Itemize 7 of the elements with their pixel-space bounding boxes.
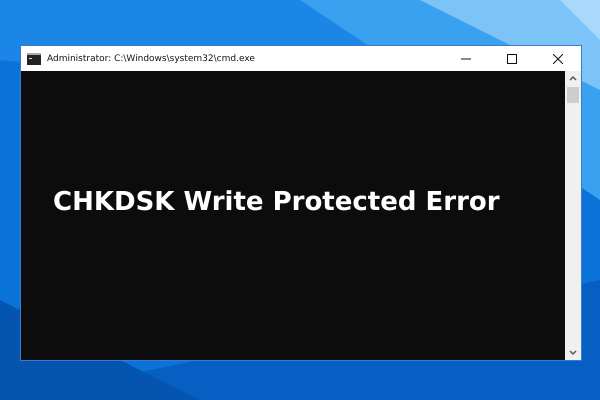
- headline: CHKDSK Write Protected Error: [53, 186, 500, 216]
- maximize-icon: [507, 54, 517, 64]
- scrollbar[interactable]: [565, 71, 581, 360]
- close-icon: [553, 54, 563, 64]
- terminal-icon: [27, 52, 41, 64]
- scroll-thumb[interactable]: [567, 87, 579, 103]
- window-title: Administrator: C:\Windows\system32\cmd.exe: [47, 54, 255, 64]
